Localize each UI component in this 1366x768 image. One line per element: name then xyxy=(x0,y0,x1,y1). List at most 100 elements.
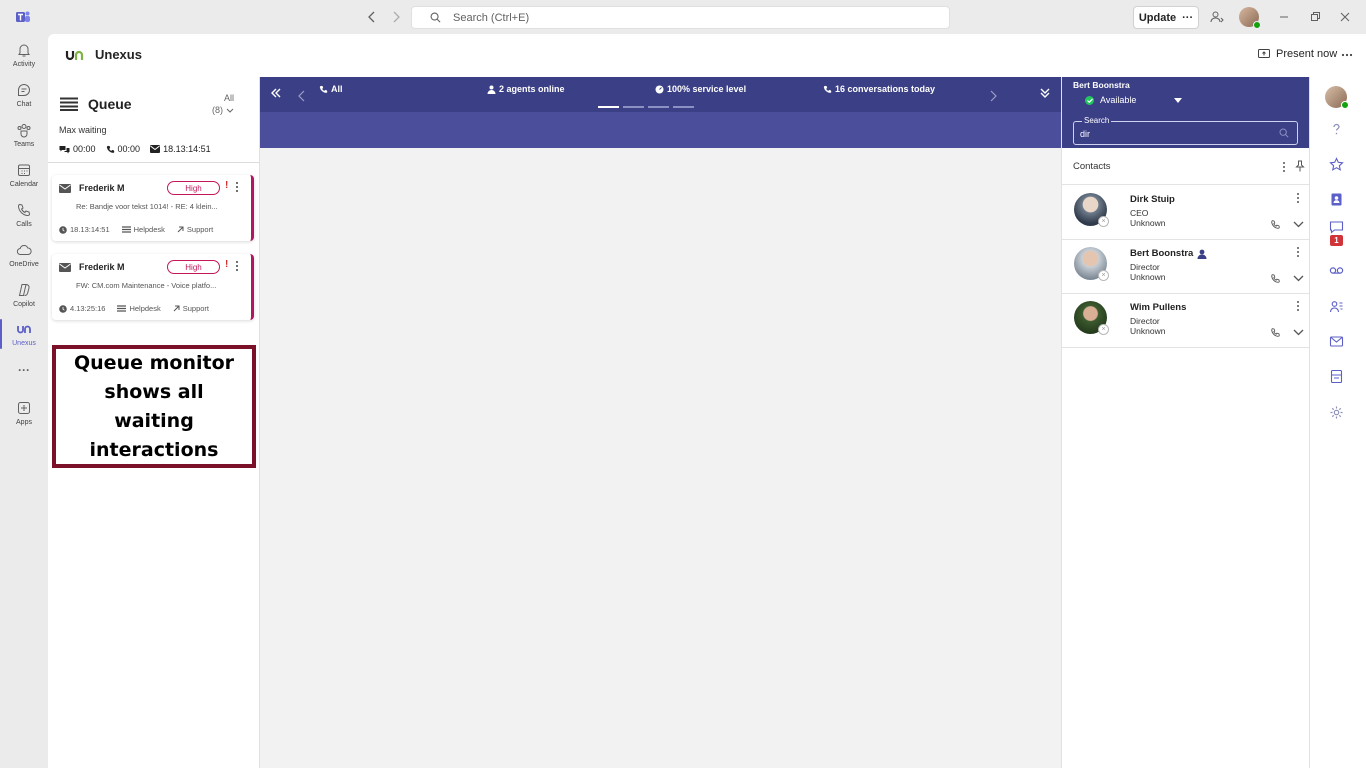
search-icon xyxy=(1279,128,1289,138)
contact-name: Bert Boonstra xyxy=(1130,248,1207,259)
agent-status-label: Available xyxy=(1100,95,1137,105)
chat-icon[interactable] xyxy=(1329,220,1344,235)
queue-item[interactable]: Frederik M High ! Re: Bandje voor tekst … xyxy=(52,175,254,241)
contact-card-icon[interactable] xyxy=(1329,192,1344,207)
update-button[interactable]: Update ··· xyxy=(1133,6,1199,29)
kebab-menu-icon[interactable] xyxy=(1296,192,1300,204)
clock-icon xyxy=(59,304,67,313)
close-icon[interactable] xyxy=(1337,9,1353,25)
pager-dot[interactable] xyxy=(598,106,619,108)
rail-item-teams[interactable]: Teams xyxy=(0,120,48,160)
chevron-right-icon[interactable] xyxy=(987,90,999,102)
unexus-icon xyxy=(17,325,31,334)
expand-down-icon[interactable] xyxy=(1039,87,1051,99)
contact-row[interactable]: × Dirk Stuip CEO Unknown xyxy=(1062,186,1310,240)
queue-name-value: Helpdesk xyxy=(129,304,161,313)
contacts-icon[interactable] xyxy=(1329,299,1344,314)
right-icon-rail: 1 xyxy=(1309,77,1366,768)
contact-row[interactable]: × Bert Boonstra Director Unknown xyxy=(1062,240,1310,294)
call-contact-icon[interactable] xyxy=(1270,273,1281,284)
presence-available-icon xyxy=(1253,21,1261,29)
agent-status-dropdown[interactable]: Available xyxy=(1085,95,1136,105)
minimize-icon[interactable] xyxy=(1276,9,1292,25)
queue-item-subject: Re: Bandje voor tekst 1014! - RE: 4 klei… xyxy=(76,202,218,211)
mail-icon[interactable] xyxy=(1329,334,1344,349)
queue-panel: Queue All (8) Max waiting 00:00 00:00 18… xyxy=(48,77,260,768)
collapse-left-icon[interactable] xyxy=(270,87,282,99)
org-people-icon[interactable] xyxy=(1209,9,1225,25)
settings-icon[interactable] xyxy=(1329,405,1344,420)
stats-banner: All 2 agents online 100% service level 1… xyxy=(260,77,1061,112)
queue-filter-label[interactable]: All xyxy=(212,93,234,103)
restore-icon[interactable] xyxy=(1307,9,1323,25)
unread-chat-badge: 1 xyxy=(1330,235,1343,246)
rail-item-activity[interactable]: Activity xyxy=(0,40,48,80)
queue-item[interactable]: Frederik M High ! FW: CM.com Maintenance… xyxy=(52,254,254,320)
max-waiting-stats: 00:00 00:00 18.13:14:51 xyxy=(59,144,211,154)
app-header: Unexus Present now xyxy=(48,34,1366,77)
help-icon[interactable] xyxy=(1329,122,1344,137)
chevron-left-icon[interactable] xyxy=(296,90,308,102)
global-search-input[interactable]: Search (Ctrl+E) xyxy=(411,6,950,29)
teams-logo-icon xyxy=(16,11,30,22)
presence-available-icon xyxy=(1341,101,1349,109)
rail-item-apps[interactable]: Apps xyxy=(0,398,48,438)
gauge-icon xyxy=(655,85,664,93)
rail-item-onedrive[interactable]: OneDrive xyxy=(0,240,48,280)
calendar-icon xyxy=(18,164,30,176)
phone-icon xyxy=(823,85,832,93)
pin-icon[interactable] xyxy=(1295,160,1305,172)
priority-badge: High xyxy=(167,181,220,195)
forward-arrow-icon[interactable] xyxy=(388,9,404,25)
queue-filter-dropdown[interactable]: (8) xyxy=(212,105,234,115)
self-person-icon xyxy=(1197,249,1207,259)
contact-row[interactable]: × Wim Pullens Director Unknown xyxy=(1062,294,1310,348)
voicemail-icon[interactable] xyxy=(1329,263,1344,278)
rail-label: Calendar xyxy=(9,181,39,188)
rail-item-calls[interactable]: Calls xyxy=(0,200,48,240)
kebab-menu-icon[interactable] xyxy=(235,181,239,193)
kebab-menu-icon[interactable] xyxy=(1296,246,1300,258)
star-icon[interactable] xyxy=(1329,157,1344,172)
rail-item-copilot[interactable]: Copilot xyxy=(0,280,48,320)
profile-avatar[interactable] xyxy=(1239,7,1261,29)
cloud-icon xyxy=(16,244,32,255)
present-now-button[interactable]: Present now xyxy=(1258,48,1337,60)
contact-status: Unknown xyxy=(1130,218,1166,228)
rail-item-chat[interactable]: Chat xyxy=(0,80,48,120)
priority-badge: High xyxy=(167,260,220,274)
email-wait-stat: 18.13:14:51 xyxy=(150,144,211,154)
pager-dot[interactable] xyxy=(623,106,644,108)
rail-item-more[interactable]: ··· xyxy=(0,363,48,403)
agent-name: Bert Boonstra xyxy=(1073,80,1130,90)
chevron-down-icon[interactable] xyxy=(1293,274,1304,283)
alert-icon: ! xyxy=(225,180,229,191)
call-contact-icon[interactable] xyxy=(1270,327,1281,338)
presence-unknown-icon: × xyxy=(1098,270,1109,281)
kebab-menu-icon[interactable] xyxy=(1282,161,1286,173)
kebab-menu-icon[interactable] xyxy=(235,260,239,272)
chevron-down-icon[interactable] xyxy=(1293,220,1304,229)
chevron-down-icon[interactable] xyxy=(1293,328,1304,337)
more-icon: ··· xyxy=(18,363,30,377)
contact-search-input[interactable]: Search dir xyxy=(1073,116,1298,145)
status-check-icon xyxy=(1085,95,1094,105)
envelope-icon xyxy=(150,145,161,153)
rail-label: Apps xyxy=(16,419,32,426)
call-contact-icon[interactable] xyxy=(1270,219,1281,230)
kebab-menu-icon[interactable] xyxy=(1296,300,1300,312)
back-arrow-icon[interactable] xyxy=(364,9,380,25)
queue-item-meta: 4.13:25:16 Helpdesk Support xyxy=(59,304,209,313)
pager-dot[interactable] xyxy=(648,106,669,108)
pager-dot[interactable] xyxy=(673,106,694,108)
queue-filter-count: (8) xyxy=(212,105,223,115)
notes-icon[interactable] xyxy=(1329,369,1344,384)
rail-item-unexus[interactable]: Unexus xyxy=(0,319,48,359)
queue-stack-icon xyxy=(121,225,131,233)
chat-bubbles-icon xyxy=(59,145,70,153)
wait-time: 4.13:25:16 xyxy=(59,304,105,313)
agent-avatar[interactable] xyxy=(1325,86,1349,109)
more-options-icon[interactable] xyxy=(1340,48,1354,62)
caret-down-icon[interactable] xyxy=(1174,98,1182,103)
rail-item-calendar[interactable]: Calendar xyxy=(0,160,48,200)
